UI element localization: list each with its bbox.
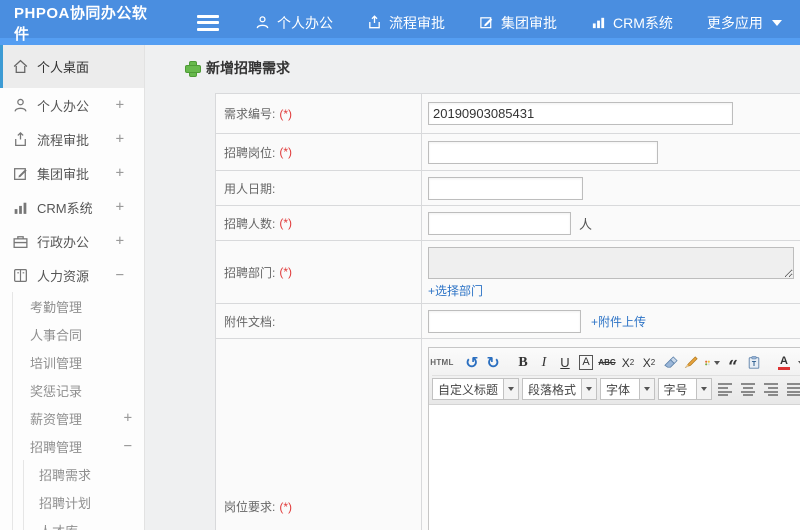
- align-right-icon[interactable]: [761, 379, 781, 400]
- superscript-button[interactable]: X2: [618, 352, 638, 373]
- expand-toggle[interactable]: +: [116, 97, 134, 113]
- app-title: PHPOA协同办公软件: [14, 4, 148, 43]
- recruitment-form: 需求编号:(*) 招聘岗位:(*) 用人日期: 招聘人数:(*) 人 招聘部门:…: [215, 93, 800, 530]
- font-family-dropdown[interactable]: 字体: [600, 378, 655, 400]
- sidebar-item-hr-contract[interactable]: 人事合同: [13, 320, 144, 348]
- border-text-button[interactable]: A: [576, 352, 596, 373]
- collapse-toggle[interactable]: −: [116, 267, 134, 283]
- expand-toggle[interactable]: +: [124, 410, 144, 426]
- strikethrough-button[interactable]: ABC: [597, 352, 617, 373]
- hamburger-menu-icon[interactable]: [197, 14, 219, 31]
- hire-date-input[interactable]: [428, 176, 583, 200]
- form-row-demand-number: 需求编号: (*): [216, 94, 800, 134]
- bold-button[interactable]: B: [513, 352, 533, 373]
- sidebar-item-group-approval[interactable]: 集团审批 +: [0, 156, 144, 190]
- demand-number-input[interactable]: [428, 102, 733, 125]
- font-size-dropdown[interactable]: 字号: [657, 378, 712, 400]
- chart-icon: [591, 15, 606, 30]
- position-input[interactable]: [428, 140, 658, 164]
- nav-process-approval[interactable]: 流程审批: [367, 13, 445, 33]
- underline-button[interactable]: U: [555, 352, 575, 373]
- sidebar-item-crm-system[interactable]: CRM系统 +: [0, 190, 144, 224]
- align-justify-icon[interactable]: [784, 379, 800, 400]
- editor-content-area[interactable]: [429, 405, 800, 530]
- form-row-position: 招聘岗位: (*): [216, 134, 800, 171]
- sidebar-item-personal-desktop[interactable]: 个人桌面: [0, 45, 144, 88]
- page-title: 新增招聘需求: [185, 58, 800, 78]
- format-brush-icon[interactable]: [681, 352, 701, 373]
- form-row-attachment: 附件文档: +附件上传: [216, 304, 800, 339]
- expand-toggle[interactable]: +: [116, 131, 134, 147]
- form-row-requirements: 岗位要求: (*) HTML ↺ ↻ B I U A ABC X 2 X 2 “…: [216, 339, 800, 530]
- form-row-department: 招聘部门: (*) +选择部门: [216, 241, 800, 304]
- sidebar-item-recruit-demand[interactable]: 招聘需求: [24, 460, 144, 488]
- sidebar-item-recruit-mgmt[interactable]: 招聘管理 −: [13, 432, 144, 460]
- form-row-headcount: 招聘人数: (*) 人: [216, 206, 800, 241]
- form-row-hire-date: 用人日期:: [216, 171, 800, 206]
- headcount-unit: 人: [579, 216, 593, 232]
- attachment-upload-link[interactable]: +附件上传: [591, 313, 646, 330]
- expand-toggle[interactable]: +: [116, 199, 134, 215]
- attachment-input[interactable]: [428, 309, 581, 333]
- user-icon: [12, 97, 29, 114]
- top-header: PHPOA协同办公软件 个人办公 流程审批 集团审批 CRM系统 更多应用: [0, 0, 800, 45]
- main-content: 新增招聘需求 需求编号:(*) 招聘岗位:(*) 用人日期: 招聘人数:(*) …: [145, 45, 800, 530]
- add-icon: [185, 61, 201, 77]
- paste-text-icon[interactable]: T: [744, 352, 764, 373]
- align-center-icon[interactable]: [738, 379, 758, 400]
- sidebar-item-process-approval[interactable]: 流程审批 +: [0, 122, 144, 156]
- nav-personal-office[interactable]: 个人办公: [255, 13, 333, 33]
- department-textarea[interactable]: [428, 247, 794, 279]
- edit-icon: [479, 15, 494, 30]
- process-icon: [367, 15, 382, 30]
- paragraph-format-dropdown[interactable]: 段落格式: [522, 378, 598, 400]
- sidebar-item-talent-pool[interactable]: 人才库: [24, 516, 144, 530]
- user-icon: [255, 15, 270, 30]
- blockquote-button[interactable]: “: [723, 352, 743, 375]
- sidebar-item-training[interactable]: 培训管理: [13, 348, 144, 376]
- recruit-submenu: 招聘需求 招聘计划 人才库: [23, 460, 144, 530]
- redo-button[interactable]: ↻: [483, 352, 503, 373]
- expand-toggle[interactable]: +: [116, 233, 134, 249]
- headcount-input[interactable]: [428, 211, 571, 235]
- html-source-button[interactable]: HTML: [430, 352, 453, 373]
- briefcase-icon: [12, 233, 29, 250]
- svg-text:T: T: [752, 361, 757, 368]
- custom-title-dropdown[interactable]: 自定义标题: [432, 378, 520, 400]
- sidebar-item-recruit-plan[interactable]: 招聘计划: [24, 488, 144, 516]
- collapse-toggle[interactable]: −: [124, 438, 144, 454]
- home-icon: [12, 58, 29, 75]
- italic-button[interactable]: I: [534, 352, 554, 373]
- subscript-button[interactable]: X2: [639, 352, 659, 373]
- align-left-icon[interactable]: [715, 379, 735, 400]
- process-icon: [12, 131, 29, 148]
- sidebar-item-rewards[interactable]: 奖惩记录: [13, 376, 144, 404]
- chart-icon: [12, 199, 29, 216]
- hr-icon: [12, 267, 29, 284]
- sidebar: 个人桌面 个人办公 + 流程审批 + 集团审批 + CRM系统 + 行政办公 +: [0, 45, 145, 530]
- expand-toggle[interactable]: +: [116, 165, 134, 181]
- eraser-icon[interactable]: [660, 352, 680, 373]
- nav-group-approval[interactable]: 集团审批: [479, 13, 557, 33]
- select-department-link[interactable]: +选择部门: [428, 282, 800, 299]
- sidebar-item-salary[interactable]: 薪资管理 +: [13, 404, 144, 432]
- hr-submenu: 考勤管理 人事合同 培训管理 奖惩记录 薪资管理 + 招聘管理 − 招聘需求 招聘计…: [12, 292, 144, 530]
- nav-more-apps[interactable]: 更多应用: [707, 13, 782, 33]
- sidebar-item-human-resources[interactable]: 人力资源 −: [0, 258, 144, 292]
- edit-icon: [12, 165, 29, 182]
- highlight-icon[interactable]: [702, 352, 722, 373]
- font-color-button[interactable]: A: [774, 352, 794, 373]
- richtext-editor: HTML ↺ ↻ B I U A ABC X2 X 2 “ T A 自定义标题 …: [428, 347, 800, 530]
- undo-button[interactable]: ↺: [462, 352, 482, 373]
- caret-down-icon: [771, 19, 782, 26]
- editor-toolbar: HTML ↺ ↻ B I U A ABC X2 X 2 “ T A 自定义标题 …: [429, 348, 800, 405]
- sidebar-item-personal-office[interactable]: 个人办公 +: [0, 88, 144, 122]
- top-navigation: 个人办公 流程审批 集团审批 CRM系统 更多应用: [255, 13, 782, 33]
- nav-crm-system[interactable]: CRM系统: [591, 13, 673, 33]
- sidebar-item-admin-office[interactable]: 行政办公 +: [0, 224, 144, 258]
- sidebar-item-attendance[interactable]: 考勤管理: [13, 292, 144, 320]
